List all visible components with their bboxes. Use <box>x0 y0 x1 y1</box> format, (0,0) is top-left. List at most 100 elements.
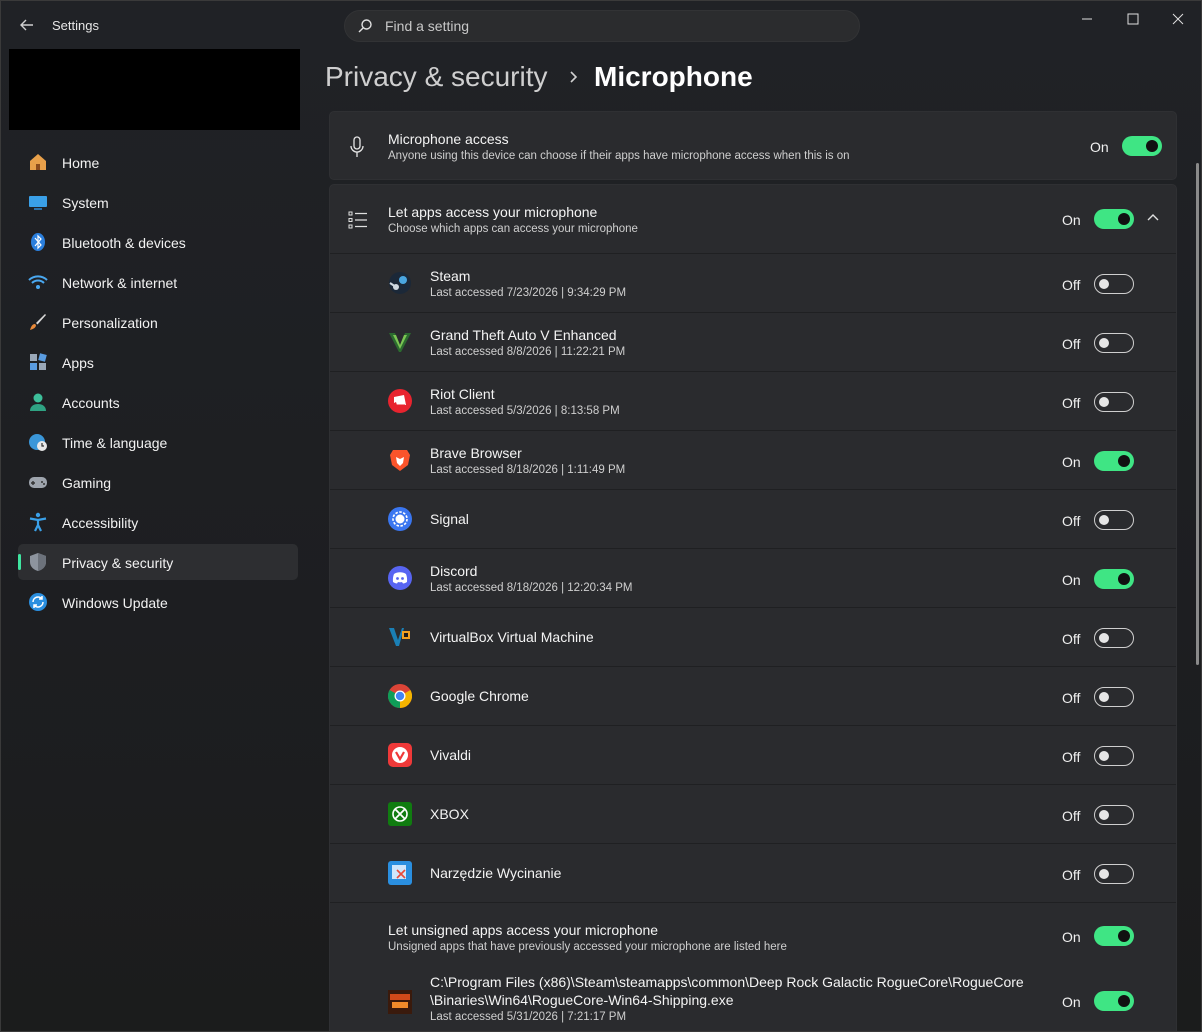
person-icon <box>30 393 46 411</box>
app-toggle[interactable] <box>1094 333 1134 353</box>
microphone-access-title: Microphone access <box>388 131 509 147</box>
shield-icon <box>30 553 46 571</box>
sidebar-item-label: Home <box>62 155 100 171</box>
app-name: Signal <box>430 511 469 527</box>
accessibility-icon <box>29 512 47 532</box>
user-profile-card[interactable] <box>9 49 300 130</box>
breadcrumb-parent[interactable]: Privacy & security <box>325 61 548 93</box>
chevron-up-icon[interactable] <box>1146 211 1160 225</box>
gamepad-icon <box>29 477 47 488</box>
app-toggle[interactable] <box>1094 746 1134 766</box>
apps-access-header[interactable]: Let apps access your microphone Choose w… <box>330 185 1176 253</box>
app-state: Off <box>1062 867 1081 883</box>
signal-icon <box>388 507 412 531</box>
sidebar-item-privacy-security[interactable]: Privacy & security <box>18 544 298 580</box>
page-title: Microphone <box>594 61 753 92</box>
apps-access-toggle[interactable] <box>1094 209 1134 229</box>
sidebar-item-accessibility[interactable]: Accessibility <box>18 504 298 540</box>
microphone-icon <box>350 136 364 157</box>
unsigned-apps-title: Let unsigned apps access your microphone <box>388 922 659 938</box>
minimize-icon[interactable] <box>1076 9 1098 29</box>
microphone-access-card: Microphone access Anyone using this devi… <box>329 111 1177 180</box>
apps-icon <box>30 353 47 370</box>
unsigned-apps-toggle[interactable] <box>1094 926 1134 946</box>
sidebar-item-personalization[interactable]: Personalization <box>18 304 298 340</box>
search-icon <box>358 19 372 33</box>
app-toggle[interactable] <box>1094 274 1134 294</box>
discord-icon <box>388 566 412 590</box>
app-toggle[interactable] <box>1094 569 1134 589</box>
sidebar-item-label: Accessibility <box>62 515 139 531</box>
apps-access-state: On <box>1062 212 1081 228</box>
bluetooth-icon <box>31 233 45 251</box>
app-toggle[interactable] <box>1094 510 1134 530</box>
app-toggle[interactable] <box>1094 864 1134 884</box>
sidebar-item-label: Bluetooth & devices <box>62 235 186 251</box>
search-box[interactable] <box>344 10 860 42</box>
sidebar-item-time-language[interactable]: Time & language <box>18 424 298 460</box>
app-name: Grand Theft Auto V Enhanced <box>430 327 617 343</box>
riot-icon <box>388 389 412 413</box>
globe-clock-icon <box>29 434 47 451</box>
apps-access-subtitle: Choose which apps can access your microp… <box>388 223 638 235</box>
xbox-icon <box>388 802 412 826</box>
microphone-access-state: On <box>1090 139 1109 155</box>
app-state: Off <box>1062 336 1081 352</box>
sidebar-item-home[interactable]: Home <box>18 144 298 180</box>
sidebar-item-bluetooth[interactable]: Bluetooth & devices <box>18 224 298 260</box>
app-detail: Last accessed 8/18/2026 | 1:11:49 PM <box>430 464 626 476</box>
app-state: Off <box>1062 631 1081 647</box>
app-toggle[interactable] <box>1094 805 1134 825</box>
app-name: Vivaldi <box>430 747 471 763</box>
sidebar-item-network[interactable]: Network & internet <box>18 264 298 300</box>
unsigned-app-state: On <box>1062 994 1081 1010</box>
app-name: Discord <box>430 563 478 579</box>
gta-icon <box>389 333 411 352</box>
unsigned-app-detail: Last accessed 5/31/2026 | 7:21:17 PM <box>430 1011 627 1023</box>
app-name: Steam <box>430 268 471 284</box>
app-state: Off <box>1062 277 1081 293</box>
apps-access-title: Let apps access your microphone <box>388 204 598 220</box>
sidebar-item-label: Gaming <box>62 475 112 491</box>
sidebar-item-label: System <box>62 195 109 211</box>
snipping-tool-icon <box>388 861 412 885</box>
unsigned-app-toggle[interactable] <box>1094 991 1134 1011</box>
app-detail: Last accessed 5/3/2026 | 8:13:58 PM <box>430 405 620 417</box>
app-row-discord: Discord Last accessed 8/18/2026 | 12:20:… <box>330 548 1176 607</box>
app-name: Google Chrome <box>430 688 529 704</box>
app-row-snipping-tool: Narzędzie Wycinanie Off <box>330 843 1176 902</box>
app-row-riot-client: Riot Client Last accessed 5/3/2026 | 8:1… <box>330 371 1176 430</box>
unsigned-app-path-line2: \Binaries\Win64\RogueCore-Win64-Shipping… <box>430 992 734 1008</box>
unsigned-apps-row: Let unsigned apps access your microphone… <box>330 902 1176 969</box>
sidebar-item-gaming[interactable]: Gaming <box>18 464 298 500</box>
brave-icon <box>390 450 410 471</box>
app-row-brave: Brave Browser Last accessed 8/18/2026 | … <box>330 430 1176 489</box>
microphone-access-toggle[interactable] <box>1122 136 1162 156</box>
sidebar-item-apps[interactable]: Apps <box>18 344 298 380</box>
back-arrow-icon[interactable] <box>15 13 39 37</box>
app-row-signal: Signal Off <box>330 489 1176 548</box>
app-row-xbox: XBOX Off <box>330 784 1176 843</box>
app-toggle[interactable] <box>1094 392 1134 412</box>
app-state: Off <box>1062 690 1081 706</box>
sidebar-item-windows-update[interactable]: Windows Update <box>18 584 298 620</box>
app-row-gta: Grand Theft Auto V Enhanced Last accesse… <box>330 312 1176 371</box>
app-row-steam: Steam Last accessed 7/23/2026 | 9:34:29 … <box>330 253 1176 312</box>
close-icon[interactable] <box>1167 9 1189 29</box>
maximize-icon[interactable] <box>1122 9 1144 29</box>
app-toggle[interactable] <box>1094 687 1134 707</box>
app-name: Narzędzie Wycinanie <box>430 865 562 881</box>
home-icon <box>30 154 46 170</box>
sidebar-item-system[interactable]: System <box>18 184 298 220</box>
unsigned-apps-subtitle: Unsigned apps that have previously acces… <box>388 941 787 953</box>
virtualbox-icon <box>389 628 410 646</box>
app-row-virtualbox: VirtualBox Virtual Machine Off <box>330 607 1176 666</box>
app-toggle[interactable] <box>1094 628 1134 648</box>
app-name: XBOX <box>430 806 469 822</box>
sidebar-item-label: Network & internet <box>62 275 178 291</box>
app-toggle[interactable] <box>1094 451 1134 471</box>
sidebar-item-accounts[interactable]: Accounts <box>18 384 298 420</box>
search-input[interactable] <box>385 11 845 41</box>
app-state: Off <box>1062 749 1081 765</box>
scrollbar[interactable] <box>1196 163 1199 665</box>
